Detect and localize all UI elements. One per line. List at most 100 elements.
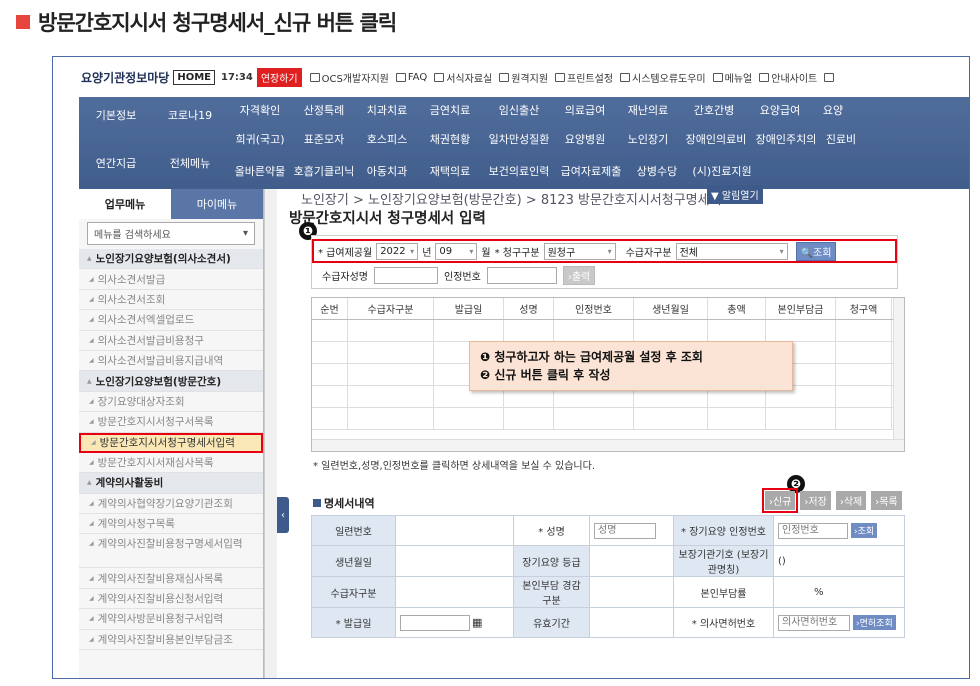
nav-item[interactable]: 호흡기클리닉 [291,163,357,179]
recipient-type-label: 수급자구분 [625,247,672,259]
nav-item[interactable]: 자격확인 [229,102,291,118]
name-input[interactable]: 성명 [594,522,656,539]
grid-col-header[interactable]: 생년월일 [634,298,708,319]
site-logo[interactable]: 요양기관정보마당 [81,69,169,86]
nav-item[interactable]: 치과치료 [357,102,417,118]
extend-session-button[interactable]: 연장하기 [256,67,302,87]
nav-item[interactable]: 장애인주치의 [751,131,821,147]
sidebar-item[interactable]: ◢ 의사소견서발급 [79,269,263,290]
calendar-icon[interactable]: ▦ [472,616,482,629]
nav-item[interactable]: 올바른약물 [229,163,291,179]
nav-item[interactable]: 보건의료인력 [483,163,555,179]
month-select[interactable]: 09 ▾ [435,242,478,260]
sidebar-item[interactable]: ◢ 방문간호지시서청구명세서입력 [79,432,263,453]
nav-item[interactable]: 산정특례 [291,102,357,118]
alert-toggle-button[interactable]: ▼ 알림열기 [707,185,763,204]
grid-col-header[interactable]: 총액 [708,298,766,319]
nav-item[interactable]: 요양급여 [747,102,813,118]
nav-item[interactable]: 장애인의료비 [681,131,751,147]
doctor-license-input[interactable]: 의사면허번호 [778,614,850,631]
nav-item[interactable]: 요양병원 [555,131,615,147]
top-link-guide[interactable]: 안내사이트 [759,70,817,85]
list-button[interactable]: ›목록 [871,491,902,510]
nav-item[interactable]: 재택의료 [417,163,483,179]
top-link-faq[interactable]: FAQ [395,72,427,83]
nav-item[interactable]: 의료급여 [555,102,615,118]
tab-my-menu[interactable]: 마이메뉴 [171,189,263,219]
top-link-remote[interactable]: 원격지원 [499,70,548,85]
grid-col-header[interactable]: 본인부담금 [766,298,836,319]
nav-item[interactable]: 희귀(국고) [229,131,291,147]
sidebar-item[interactable]: ◢ 계약의사진찰비용청구명세서입력 [79,534,263,569]
grid-col-header[interactable]: 발급일 [434,298,504,319]
nav-annual-pay[interactable]: 연간지급 [79,155,153,171]
top-link-print[interactable]: 프린트설정 [555,70,613,85]
nav-basic-info[interactable]: 기본정보 [79,107,153,123]
cert-no-input[interactable] [486,267,557,284]
new-button[interactable]: ›신규 [761,488,799,513]
sidebar-item[interactable]: ◢ 계약의사방문비용청구서입력 [79,609,263,630]
sidebar-item[interactable]: ◢ 계약의사청구목록 [79,514,263,535]
nav-item[interactable]: 호스피스 [357,131,417,147]
sidebar-item[interactable]: ◢ 방문간호지시서청구서목록 [79,412,263,433]
grid-vertical-scrollbar[interactable] [893,298,904,440]
nav-covid[interactable]: 코로나19 [153,107,227,123]
nav-item[interactable]: 금연치료 [417,102,483,118]
nav-item[interactable]: 간호간병 [681,102,747,118]
sidebar-item[interactable]: ◢ 계약의사협약장기요양기관조회 [79,494,263,515]
nav-item[interactable]: 급여자료제출 [555,163,627,179]
nav-all-menu[interactable]: 전체메뉴 [153,155,227,171]
delete-button[interactable]: ›삭제 [835,491,867,510]
sidebar-section[interactable]: ▲ 노인장기요양보험(의사소견서) [79,249,263,270]
grid-col-header[interactable]: 청구액 [836,298,892,319]
sidebar-item[interactable]: ◢ 계약의사진찰비용재심사목록 [79,568,263,589]
grid-col-header[interactable]: 성명 [504,298,554,319]
menu-search-input[interactable]: 메뉴를 검색하세요 ▾ [87,222,255,245]
sidebar-item[interactable]: ◢ 계약의사진찰비용본인부담금조 [79,630,263,651]
recipient-type-select[interactable]: 전체 ▾ [675,242,788,260]
nav-item[interactable]: 재난의료 [615,102,681,118]
sidebar-item[interactable]: ◢ 장기요양대상자조회 [79,392,263,413]
license-search-button[interactable]: ›면허조회 [853,615,896,630]
nav-item[interactable]: 임신출산 [483,102,555,118]
sidebar-item[interactable]: ◢ 의사소견서엑셀업로드 [79,310,263,331]
nav-item[interactable]: 노인장기 [615,131,681,147]
save-button[interactable]: ›저장 [800,491,831,510]
grid-col-header[interactable]: 수급자구분 [348,298,434,319]
nav-item[interactable]: 채권현황 [417,131,483,147]
sidebar-section[interactable]: ▲ 계약의사활동비 [79,473,263,494]
sidebar-scrollbar[interactable] [264,189,277,678]
grid-col-header[interactable]: 순번 [312,298,348,319]
issue-date-input[interactable] [400,614,470,631]
nav-item[interactable]: 상병수당 [627,163,687,179]
top-link-more[interactable] [824,72,836,82]
top-link-ocs[interactable]: OCS개발자지원 [309,70,389,85]
nav-item[interactable]: 진료비 [821,131,861,147]
sidebar-item[interactable]: ◢ 의사소견서발급비용청구 [79,331,263,351]
tab-work-menu[interactable]: 업무메뉴 [79,189,171,219]
top-link-forms[interactable]: 서식자료실 [434,70,492,85]
sidebar-item[interactable]: ◢ 의사소견서조회 [79,290,263,311]
sidebar-item[interactable]: ◢ 방문간호지시서재심사목록 [79,453,263,474]
nav-item[interactable]: 요양 [813,102,853,118]
nav-item[interactable]: 일차만성질환 [483,131,555,147]
sidebar-item[interactable]: ◢ 의사소견서발급비용지급내역 [79,351,263,372]
nav-item[interactable]: 아동치과 [357,163,417,179]
grid-col-header[interactable]: 인정번호 [554,298,634,319]
year-select[interactable]: 2022 ▾ [376,242,419,260]
home-button[interactable]: HOME [173,69,215,85]
print-button[interactable]: ›출력 [562,266,596,285]
collapse-sidebar-button[interactable]: ‹ [277,497,289,533]
sidebar-item[interactable]: ◢ 계약의사진찰비용신청서입력 [79,589,263,610]
cert-search-button[interactable]: ›조회 [851,523,878,538]
search-button[interactable]: 🔍조회 [795,241,837,261]
ltc-cert-input[interactable]: 인정번호 [778,522,848,539]
recipient-name-input[interactable] [374,267,438,284]
nav-item[interactable]: 표준모자 [291,131,357,147]
grid-horizontal-scrollbar[interactable] [312,439,904,451]
top-link-error-help[interactable]: 시스템오류도우미 [620,70,706,85]
sidebar-section[interactable]: ▲ 노인장기요양보험(방문간호) [79,371,263,392]
top-link-manual[interactable]: 메뉴얼 [712,70,752,85]
claim-type-select[interactable]: 원청구 ▾ [543,242,616,260]
nav-item[interactable]: (시)진료지원 [687,163,757,179]
